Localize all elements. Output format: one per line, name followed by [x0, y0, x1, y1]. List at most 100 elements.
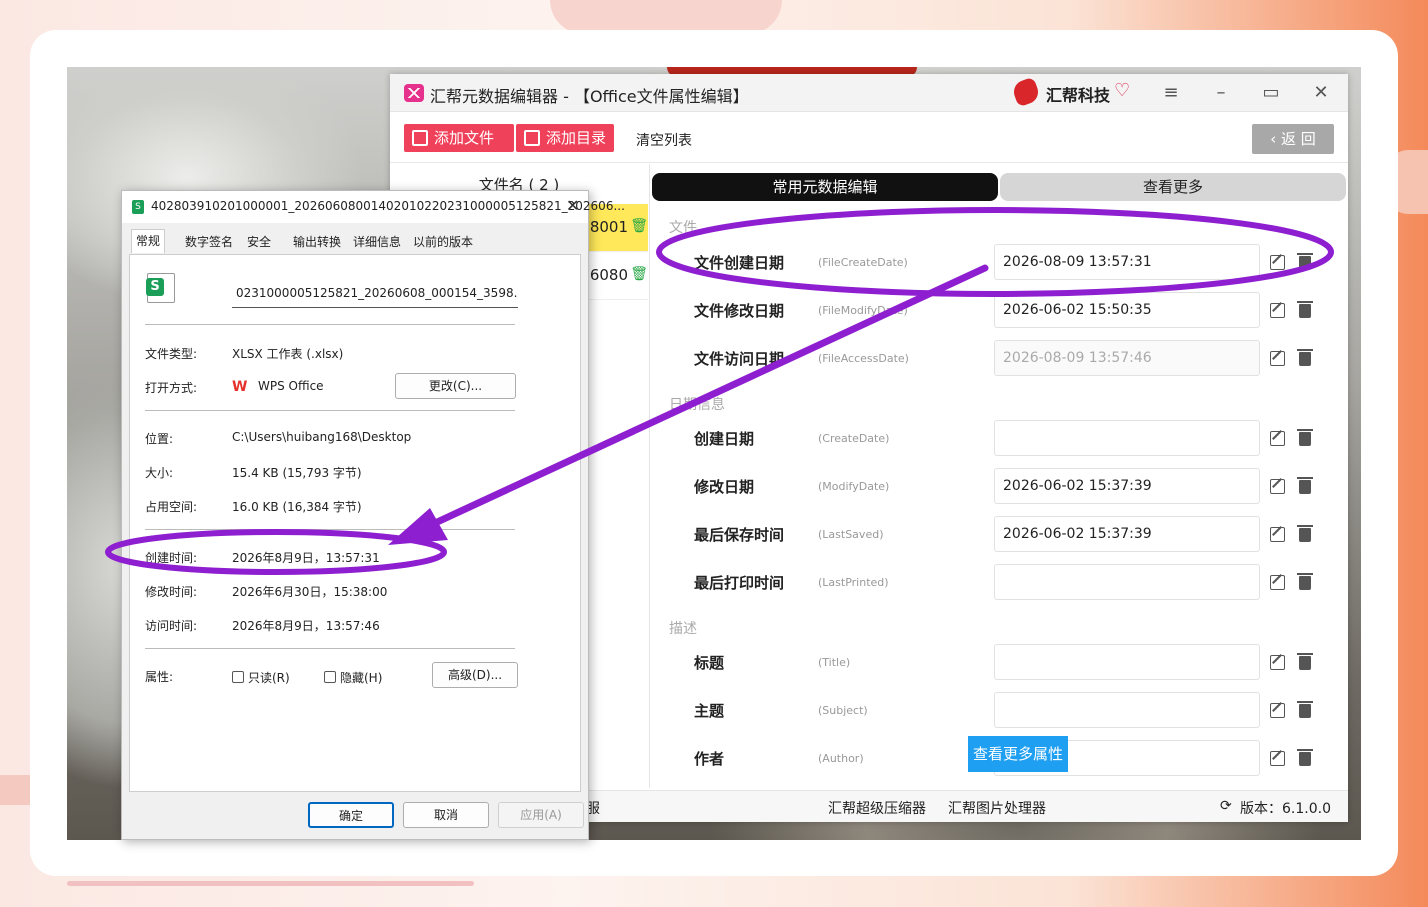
- created-time-value: 2026年8月9日，13:57:31: [232, 551, 380, 565]
- tab-security[interactable]: 安全: [243, 231, 275, 253]
- field-value-input[interactable]: [994, 564, 1260, 600]
- field-label: 最后保存时间: [694, 526, 785, 544]
- delete-icon[interactable]: [1297, 477, 1313, 494]
- version-label: 版本：6.1.0.0: [1240, 801, 1331, 817]
- scroll-indicator: [67, 881, 474, 886]
- delete-icon[interactable]: [1297, 429, 1313, 446]
- close-icon[interactable]: ✕: [1308, 80, 1334, 106]
- edit-icon[interactable]: [1270, 351, 1285, 366]
- field-value-input[interactable]: 2026-08-09 13:57:31: [994, 244, 1260, 280]
- size-value: 15.4 KB (15,793 字节): [232, 466, 362, 480]
- location-value: C:\Users\huibang168\Desktop: [232, 430, 412, 444]
- edit-icon[interactable]: [1270, 255, 1285, 270]
- edit-icon[interactable]: [1270, 479, 1285, 494]
- edit-icon[interactable]: [1270, 575, 1285, 590]
- dialog-title-bar: S 402803910201000001_2026060800140201022…: [122, 191, 625, 223]
- field-value-input[interactable]: [994, 692, 1260, 728]
- delete-icon[interactable]: 🗑: [630, 218, 648, 234]
- tab-general[interactable]: 常规: [131, 229, 166, 253]
- edit-icon[interactable]: [1270, 655, 1285, 670]
- delete-icon[interactable]: [1297, 749, 1313, 766]
- field-key: (FileModifyDate): [818, 304, 908, 317]
- field-value-input[interactable]: 2026-06-02 15:50:35: [994, 292, 1260, 328]
- divider: [145, 529, 515, 530]
- delete-icon[interactable]: [1297, 349, 1313, 366]
- edit-icon[interactable]: [1270, 431, 1285, 446]
- tab-view-more[interactable]: 查看更多: [1000, 173, 1346, 201]
- menu-icon[interactable]: ≡: [1158, 80, 1184, 106]
- field-value-input[interactable]: 2026-08-09 13:57:46: [994, 340, 1260, 376]
- created-time-label: 创建时间:: [145, 551, 198, 565]
- tab-digital-signature[interactable]: 数字签名: [181, 231, 237, 253]
- xlsx-file-icon: S: [132, 200, 144, 214]
- compressor-link[interactable]: 汇帮超级压缩器: [828, 798, 926, 818]
- general-tab-panel: 0231000005125821_20260608_000154_3598.xl…: [129, 254, 581, 792]
- disk-size-value: 16.0 KB (16,384 字节): [232, 500, 362, 514]
- edit-icon[interactable]: [1270, 703, 1285, 718]
- back-button[interactable]: ‹ 返 回: [1252, 124, 1334, 154]
- field-label: 标题: [694, 654, 725, 672]
- edit-icon[interactable]: [1270, 303, 1285, 318]
- field-value-input[interactable]: [994, 420, 1260, 456]
- field-label: 文件创建日期: [694, 254, 785, 272]
- field-key: (FileAccessDate): [818, 352, 909, 365]
- maximize-icon[interactable]: ▭: [1258, 80, 1284, 106]
- clear-list-button[interactable]: 清空列表: [636, 130, 692, 150]
- field-label: 创建日期: [694, 430, 755, 448]
- attributes-label: 属性:: [145, 670, 174, 684]
- heart-icon[interactable]: ♡: [1114, 80, 1130, 101]
- close-icon[interactable]: ✕: [566, 196, 579, 215]
- delete-icon[interactable]: 🗑: [630, 266, 648, 282]
- tab-previous-versions[interactable]: 以前的版本: [409, 231, 477, 253]
- delete-icon[interactable]: [1297, 653, 1313, 670]
- tab-output-conversion[interactable]: 输出转换: [289, 231, 345, 253]
- modified-time-value: 2026年6月30日，15:38:00: [232, 585, 388, 599]
- file-name-suffix: 6080: [589, 266, 628, 284]
- apply-button[interactable]: 应用(A): [498, 802, 584, 828]
- field-value-input[interactable]: [994, 644, 1260, 680]
- field-label: 文件修改日期: [694, 302, 785, 320]
- change-button[interactable]: 更改(C)...: [395, 373, 516, 399]
- hidden-checkbox[interactable]: [324, 671, 336, 683]
- file-name-input[interactable]: 0231000005125821_20260608_000154_3598.xl…: [232, 280, 518, 308]
- readonly-checkbox[interactable]: [232, 671, 244, 683]
- field-label: 文件访问日期: [694, 350, 785, 368]
- hidden-label[interactable]: 隐藏(H): [340, 669, 382, 686]
- edit-icon[interactable]: [1270, 751, 1285, 766]
- add-dir-button[interactable]: 添加目录: [516, 124, 614, 152]
- delete-icon[interactable]: [1297, 525, 1313, 542]
- field-value-input[interactable]: 2026-06-02 15:37:39: [994, 516, 1260, 552]
- file-type-value: XLSX 工作表 (.xlsx): [232, 347, 344, 361]
- field-key: (ModifyDate): [818, 480, 890, 493]
- minimize-icon[interactable]: –: [1208, 80, 1234, 106]
- ok-button[interactable]: 确定: [308, 802, 394, 828]
- section-desc-title: 描述: [669, 621, 697, 637]
- toolbar-divider: [390, 162, 1348, 163]
- field-key: (CreateDate): [818, 432, 890, 445]
- tab-details[interactable]: 详细信息: [349, 231, 405, 253]
- delete-icon[interactable]: [1297, 253, 1313, 270]
- advanced-button[interactable]: 高级(D)...: [432, 662, 518, 688]
- image-tool-link[interactable]: 汇帮图片处理器: [948, 798, 1046, 818]
- view-more-attributes-button[interactable]: 查看更多属性: [968, 736, 1068, 772]
- open-with-label: 打开方式:: [145, 381, 198, 395]
- readonly-label[interactable]: 只读(R): [248, 669, 290, 686]
- back-label: 返 回: [1281, 130, 1316, 148]
- field-value-input[interactable]: 2026-06-02 15:37:39: [994, 468, 1260, 504]
- delete-icon[interactable]: [1297, 573, 1313, 590]
- field-key: (Title): [818, 656, 851, 669]
- add-file-button[interactable]: 添加文件: [404, 124, 514, 152]
- field-key: (FileCreateDate): [818, 256, 908, 269]
- add-dir-label: 添加目录: [546, 129, 607, 147]
- edit-icon[interactable]: [1270, 527, 1285, 542]
- delete-icon[interactable]: [1297, 701, 1313, 718]
- disk-size-label: 占用空间:: [145, 500, 198, 514]
- tab-common-metadata[interactable]: 常用元数据编辑: [652, 173, 998, 201]
- brand-logo-icon: [1010, 76, 1042, 108]
- section-date-title: 日期信息: [669, 397, 725, 413]
- refresh-icon[interactable]: ⟳: [1220, 798, 1232, 814]
- delete-icon[interactable]: [1297, 301, 1313, 318]
- size-label: 大小:: [145, 466, 174, 480]
- section-file-title: 文件: [669, 220, 697, 236]
- cancel-button[interactable]: 取消: [403, 802, 489, 828]
